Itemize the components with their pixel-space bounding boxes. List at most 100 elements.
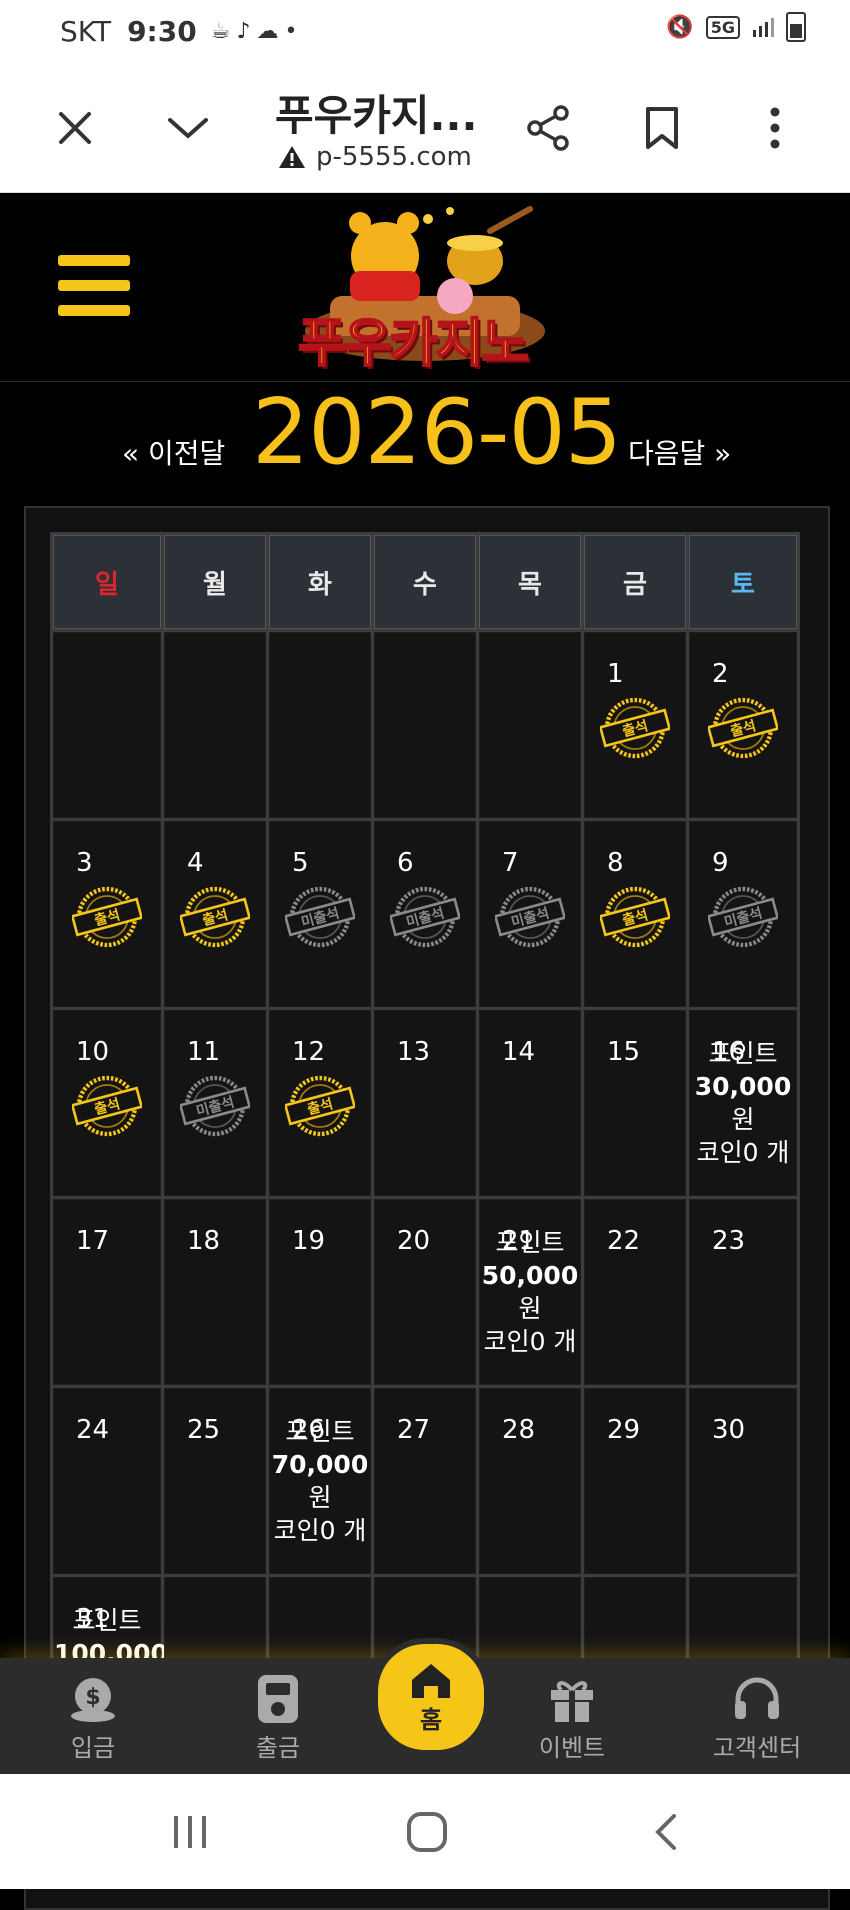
bookmark-icon[interactable] <box>632 98 692 158</box>
absent-stamp-icon: 미출석 <box>708 886 778 948</box>
weekday-1: 월 <box>164 535 266 629</box>
calendar-day-cell[interactable]: 23 <box>689 1199 797 1385</box>
url-field[interactable]: p-5555.com <box>278 142 472 172</box>
calendar-day-cell[interactable]: 6 미출석 <box>374 821 476 1007</box>
absent-stamp-icon: 미출석 <box>180 1075 250 1137</box>
nav-withdraw[interactable]: 출금 <box>218 1670 338 1763</box>
calendar-day-cell[interactable]: 12 출석 <box>269 1010 371 1196</box>
reward-coin: 코인0 개 <box>273 1516 367 1545</box>
calendar-day-cell[interactable]: 20 <box>374 1199 476 1385</box>
absent-stamp-icon: 미출석 <box>495 886 565 948</box>
calendar-day-cell[interactable]: 26 포인트 70,000 원 코인0 개 <box>269 1388 371 1574</box>
page-title: 푸우카지... <box>275 91 478 140</box>
nav-deposit[interactable]: $ 입금 <box>33 1670 153 1763</box>
battery-icon <box>786 12 806 42</box>
calendar-day-cell[interactable]: 29 <box>584 1388 686 1574</box>
reward-unit: 원 <box>518 1294 542 1323</box>
mute-icon: 🔇 <box>666 14 694 40</box>
calendar-day-cell[interactable]: 27 <box>374 1388 476 1574</box>
nav-home-button[interactable]: 홈 <box>372 1638 490 1756</box>
warning-icon <box>279 146 305 168</box>
day-number: 10 <box>76 1037 110 1067</box>
home-circle-icon[interactable] <box>397 1808 457 1856</box>
network-badge: 5G <box>705 15 740 39</box>
reward-coin: 코인0 개 <box>483 1327 577 1356</box>
calendar-day-cell <box>53 632 161 818</box>
calendar-day-cell[interactable]: 15 <box>584 1010 686 1196</box>
reward-point-label: 포인트 <box>495 1228 565 1257</box>
bottom-navigation: $ 입금 출금 홈 이벤트 고객센터 <box>0 1638 850 1774</box>
nav-event[interactable]: 이벤트 <box>512 1670 632 1763</box>
calendar-day-cell[interactable]: 16 포인트 30,000 원 코인0 개 <box>689 1010 797 1196</box>
day-number: 5 <box>292 848 309 878</box>
recent-apps-icon[interactable] <box>160 1808 220 1856</box>
attend-stamp-icon: 출석 <box>708 697 778 759</box>
calendar-day-cell[interactable]: 3 출석 <box>53 821 161 1007</box>
calendar-table: 일월화수목금토 1 출석 2 출석 3 출석 4 출석 5 미출석 6 미출석 7 미출석 8 출석 9 미출석 1… <box>50 532 800 1766</box>
calendar-day-cell[interactable]: 2 출석 <box>689 632 797 818</box>
calendar-day-cell[interactable]: 5 미출석 <box>269 821 371 1007</box>
day-number: 6 <box>397 848 414 878</box>
nav-support[interactable]: 고객센터 <box>697 1670 817 1763</box>
reward-info: 포인트 30,000 원 코인0 개 <box>690 1037 796 1169</box>
calendar-day-cell <box>164 632 266 818</box>
calendar-day-cell[interactable]: 9 미출석 <box>689 821 797 1007</box>
money-bag-icon: $ <box>33 1670 153 1728</box>
prev-month-link[interactable]: « 이전달 <box>122 432 225 472</box>
calendar-day-cell[interactable]: 18 <box>164 1199 266 1385</box>
next-month-link[interactable]: 다음달 » <box>628 432 731 472</box>
calendar-day-cell[interactable]: 24 <box>53 1388 161 1574</box>
weekday-0: 일 <box>53 535 161 629</box>
menu-icon[interactable] <box>58 255 130 317</box>
day-number: 1 <box>607 659 624 689</box>
weekday-6: 토 <box>689 535 797 629</box>
day-number: 20 <box>397 1226 431 1256</box>
calendar-day-cell[interactable]: 19 <box>269 1199 371 1385</box>
chevron-down-icon[interactable] <box>158 98 218 158</box>
calendar-day-cell[interactable]: 13 <box>374 1010 476 1196</box>
calendar-day-cell[interactable]: 1 출석 <box>584 632 686 818</box>
calendar-day-cell[interactable]: 21 포인트 50,000 원 코인0 개 <box>479 1199 581 1385</box>
day-number: 28 <box>502 1415 536 1445</box>
nav-support-label: 고객센터 <box>712 1734 802 1762</box>
more-options-icon[interactable] <box>745 98 805 158</box>
current-month: 2026-05 <box>252 380 622 485</box>
calendar-day-cell[interactable]: 28 <box>479 1388 581 1574</box>
reward-amount: 30,000 <box>694 1072 792 1101</box>
calendar-day-cell[interactable]: 8 출석 <box>584 821 686 1007</box>
calendar-day-cell[interactable]: 25 <box>164 1388 266 1574</box>
day-number: 29 <box>607 1415 641 1445</box>
day-number: 19 <box>292 1226 326 1256</box>
share-icon[interactable] <box>518 98 578 158</box>
reward-info: 포인트 70,000 원 코인0 개 <box>270 1415 370 1547</box>
calendar-day-cell[interactable]: 17 <box>53 1199 161 1385</box>
day-number: 15 <box>607 1037 641 1067</box>
day-number: 7 <box>502 848 519 878</box>
day-number: 27 <box>397 1415 431 1445</box>
back-icon[interactable] <box>636 1808 696 1856</box>
calendar-week-row: 10 출석 11 미출석 12 출석 13 14 15 16 포인트 30,000 원 코인0 개 <box>53 1010 797 1196</box>
signal-icon <box>753 18 774 37</box>
carrier-label: SKT <box>60 14 112 48</box>
close-icon[interactable] <box>45 98 105 158</box>
home-icon <box>412 1663 450 1698</box>
reward-amount: 50,000 <box>481 1261 579 1290</box>
calendar-day-cell[interactable]: 22 <box>584 1199 686 1385</box>
day-number: 3 <box>76 848 93 878</box>
reward-unit: 원 <box>731 1105 755 1134</box>
calendar-day-cell[interactable]: 11 미출석 <box>164 1010 266 1196</box>
calendar-day-cell[interactable]: 14 <box>479 1010 581 1196</box>
day-number: 2 <box>712 659 729 689</box>
attend-stamp-icon: 출석 <box>600 886 670 948</box>
day-number: 17 <box>76 1226 110 1256</box>
calendar-day-cell[interactable]: 30 <box>689 1388 797 1574</box>
calendar-day-cell[interactable]: 4 출석 <box>164 821 266 1007</box>
calendar-week-row: 24 25 26 포인트 70,000 원 코인0 개 27 28 29 30 <box>53 1388 797 1574</box>
calendar-week-row: 3 출석 4 출석 5 미출석 6 미출석 7 미출석 8 출석 9 미출석 <box>53 821 797 1007</box>
month-navigation: « 이전달 2026-05 다음달 » <box>0 380 850 500</box>
svg-text:$: $ <box>85 1685 100 1710</box>
status-icons: 🔇 5G <box>666 12 806 42</box>
calendar-day-cell[interactable]: 10 출석 <box>53 1010 161 1196</box>
weekday-5: 금 <box>584 535 686 629</box>
calendar-day-cell[interactable]: 7 미출석 <box>479 821 581 1007</box>
